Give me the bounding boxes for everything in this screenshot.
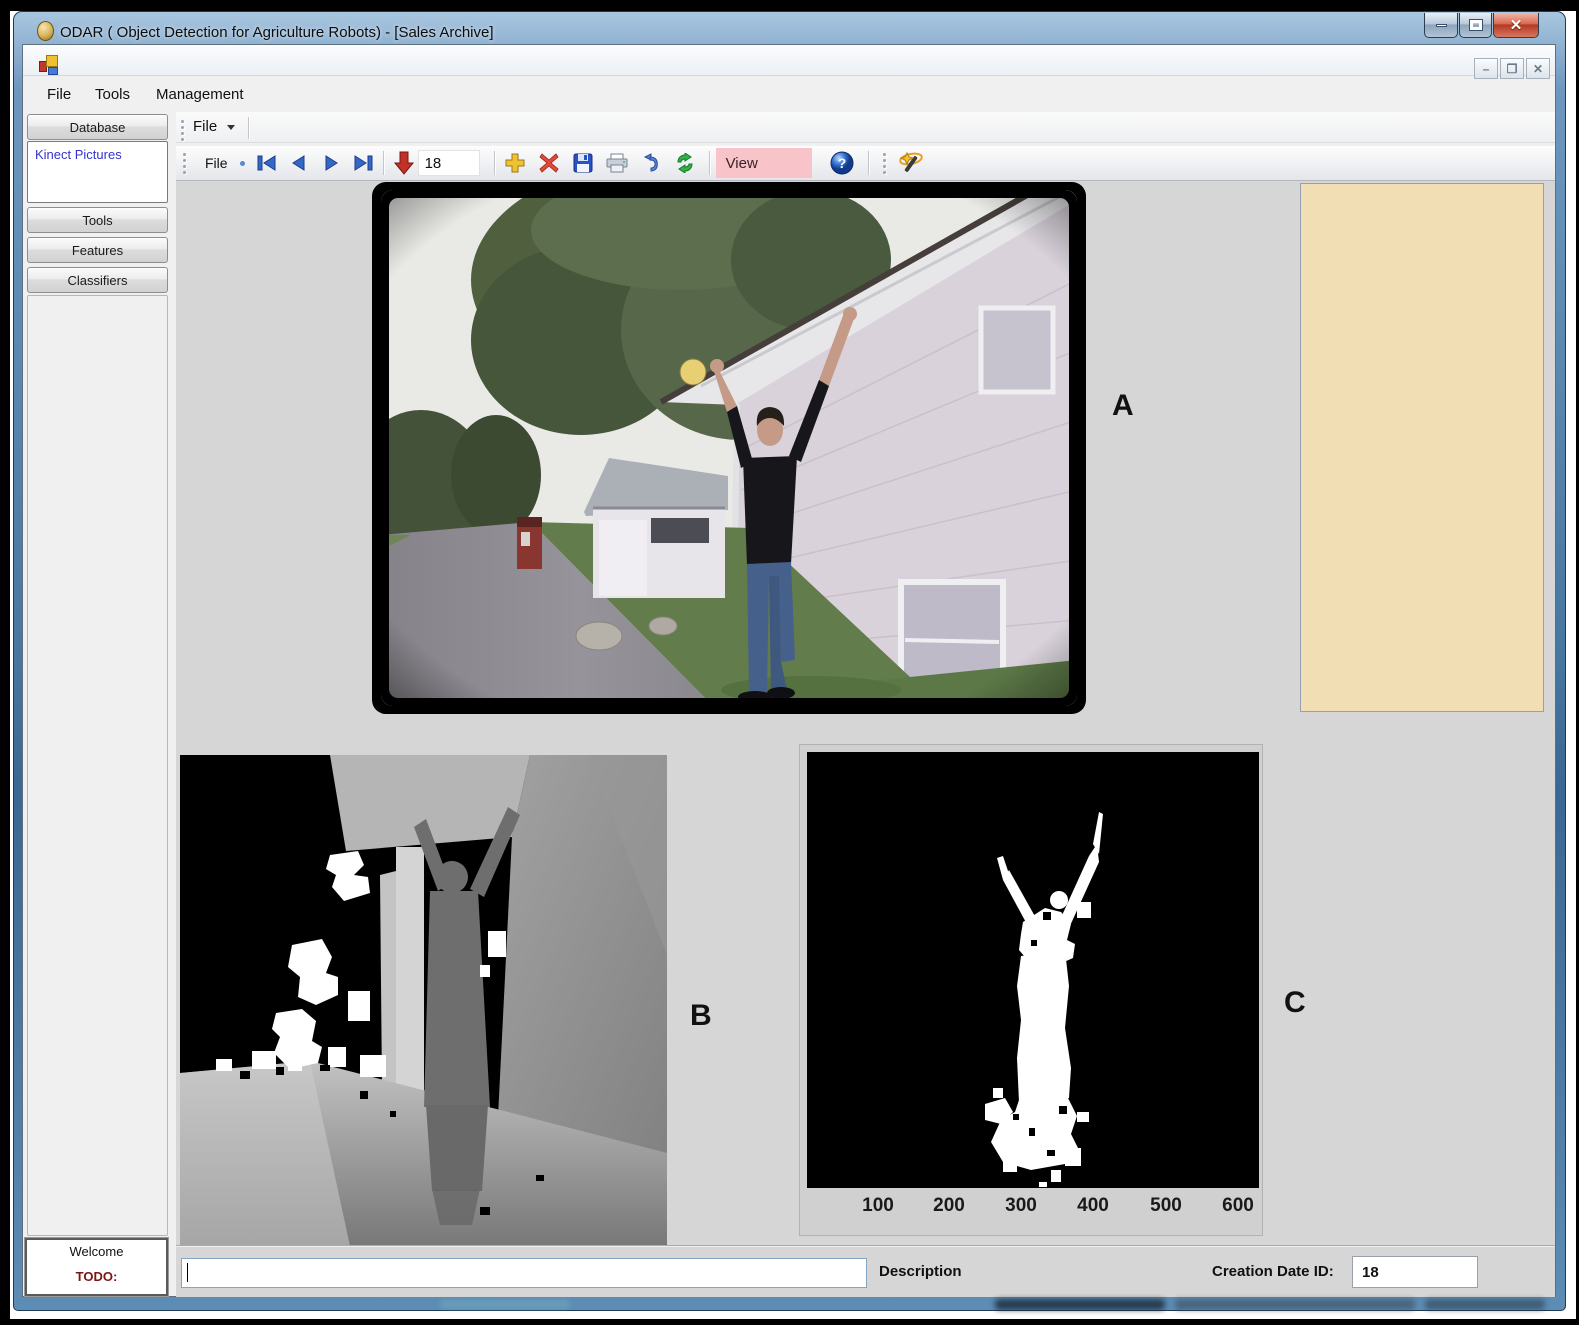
- save-button[interactable]: [569, 149, 597, 177]
- help-icon: ?: [830, 151, 854, 175]
- add-record-button[interactable]: [501, 149, 529, 177]
- sidebar-classifiers-button[interactable]: Classifiers: [27, 267, 168, 293]
- screenshot-border: [0, 0, 10, 1325]
- printer-icon: [606, 153, 628, 173]
- description-label: Description: [879, 1263, 962, 1280]
- add-plus-icon: [505, 153, 525, 173]
- app-icon: [37, 21, 54, 41]
- mdi-restore-icon: ❐: [1507, 62, 1518, 76]
- sidebar-empty-panel: [27, 295, 168, 1236]
- sidebar-tools-button[interactable]: Tools: [27, 207, 168, 233]
- text-caret: [187, 1263, 188, 1282]
- svg-text:?: ?: [837, 155, 846, 171]
- toolbar-file-label[interactable]: File: [205, 155, 228, 171]
- image-b-depthmap: [180, 755, 667, 1246]
- undo-arrow-icon: [641, 153, 661, 173]
- move-last-icon: [353, 155, 373, 171]
- creation-date-id-input[interactable]: 18: [1352, 1256, 1478, 1288]
- dropdown-arrow-icon: [227, 125, 235, 130]
- record-position-input[interactable]: 18: [418, 150, 480, 176]
- todo-text: TODO:: [27, 1269, 166, 1284]
- move-first-button[interactable]: [253, 149, 281, 177]
- todo-input[interactable]: [181, 1258, 867, 1288]
- refresh-icon: [675, 153, 695, 173]
- welcome-text: Welcome: [27, 1244, 166, 1259]
- axis-tick: 400: [1063, 1195, 1123, 1217]
- mdi-minimize-button[interactable]: –: [1474, 58, 1498, 79]
- photo-scene: [381, 190, 1077, 706]
- help-button[interactable]: ?: [828, 149, 856, 177]
- kinect-pictures-link[interactable]: Kinect Pictures: [35, 147, 122, 162]
- move-next-icon: [323, 155, 339, 171]
- magic-wand-icon: [897, 149, 925, 177]
- axis-tick: 600: [1208, 1195, 1268, 1217]
- image-c-mask-panel: 100 200 300 400 500 600: [799, 744, 1263, 1236]
- axis-tick: 100: [848, 1195, 908, 1217]
- view-menu-item[interactable]: View: [716, 148, 812, 178]
- image-a-photo: [372, 182, 1086, 714]
- overflow-dot-icon: [240, 161, 245, 166]
- red-down-arrow-icon: [394, 151, 414, 175]
- label-b: B: [690, 999, 712, 1033]
- depth-scene: [180, 755, 667, 1246]
- move-previous-icon: [291, 155, 307, 171]
- maximize-icon: [1470, 20, 1482, 30]
- frame-smudge: [1425, 1299, 1545, 1310]
- move-previous-button[interactable]: [285, 149, 313, 177]
- move-next-button[interactable]: [317, 149, 345, 177]
- move-last-button[interactable]: [349, 149, 377, 177]
- sidebar-features-button[interactable]: Features: [27, 237, 168, 263]
- refresh-button[interactable]: [671, 149, 699, 177]
- close-icon: ✕: [1510, 16, 1523, 34]
- save-floppy-icon: [573, 153, 593, 173]
- close-button[interactable]: ✕: [1493, 13, 1539, 38]
- move-first-icon: [257, 155, 277, 171]
- position-download-button[interactable]: [390, 149, 418, 177]
- screenshot-canvas: ODAR ( Object Detection for Agriculture …: [0, 0, 1579, 1325]
- window-title: ODAR ( Object Detection for Agriculture …: [60, 24, 494, 41]
- record-navigation-toolbar: File 18: [176, 146, 1555, 181]
- creation-date-id-label: Creation Date ID:: [1212, 1263, 1334, 1280]
- frame-smudge: [995, 1299, 1165, 1310]
- print-button[interactable]: [603, 149, 631, 177]
- menu-tools[interactable]: Tools: [89, 84, 136, 105]
- file-toolstrip: [176, 112, 1555, 143]
- mdi-child-icon: [39, 55, 59, 75]
- undo-button[interactable]: [637, 149, 665, 177]
- axis-tick: 300: [991, 1195, 1051, 1217]
- mdi-close-icon: ✕: [1533, 62, 1543, 76]
- minimize-icon: [1436, 24, 1447, 27]
- minimize-button[interactable]: [1424, 13, 1458, 38]
- toolstrip-separator: [248, 117, 249, 139]
- mdi-minimize-icon: –: [1483, 62, 1490, 76]
- label-c: C: [1284, 986, 1306, 1020]
- label-a: A: [1112, 389, 1134, 423]
- maximize-button[interactable]: [1459, 13, 1492, 38]
- menu-file[interactable]: File: [41, 84, 77, 105]
- menu-management[interactable]: Management: [150, 84, 250, 105]
- beige-panel: [1300, 183, 1544, 712]
- delete-x-icon: [539, 153, 559, 173]
- toolbar-grip-2[interactable]: [883, 153, 887, 174]
- toolbar-grip[interactable]: [183, 153, 187, 174]
- wizard-button[interactable]: [897, 149, 925, 177]
- mdi-close-button[interactable]: ✕: [1526, 58, 1550, 79]
- toolstrip-grip[interactable]: [181, 120, 185, 141]
- axis-tick: 500: [1136, 1195, 1196, 1217]
- toolstrip-file-menu[interactable]: File: [193, 118, 235, 135]
- welcome-box: Welcome TODO:: [25, 1238, 168, 1296]
- mdi-strip: [23, 45, 1555, 76]
- mdi-restore-button[interactable]: ❐: [1500, 58, 1524, 79]
- axis-tick: 200: [919, 1195, 979, 1217]
- screenshot-border: [0, 1319, 1579, 1325]
- sidebar-database-button[interactable]: Database: [27, 114, 168, 140]
- frame-reflection: [440, 1300, 570, 1309]
- screenshot-border: [0, 0, 1579, 11]
- frame-smudge: [1175, 1299, 1415, 1310]
- mask-plot: [807, 752, 1259, 1188]
- delete-record-button[interactable]: [535, 149, 563, 177]
